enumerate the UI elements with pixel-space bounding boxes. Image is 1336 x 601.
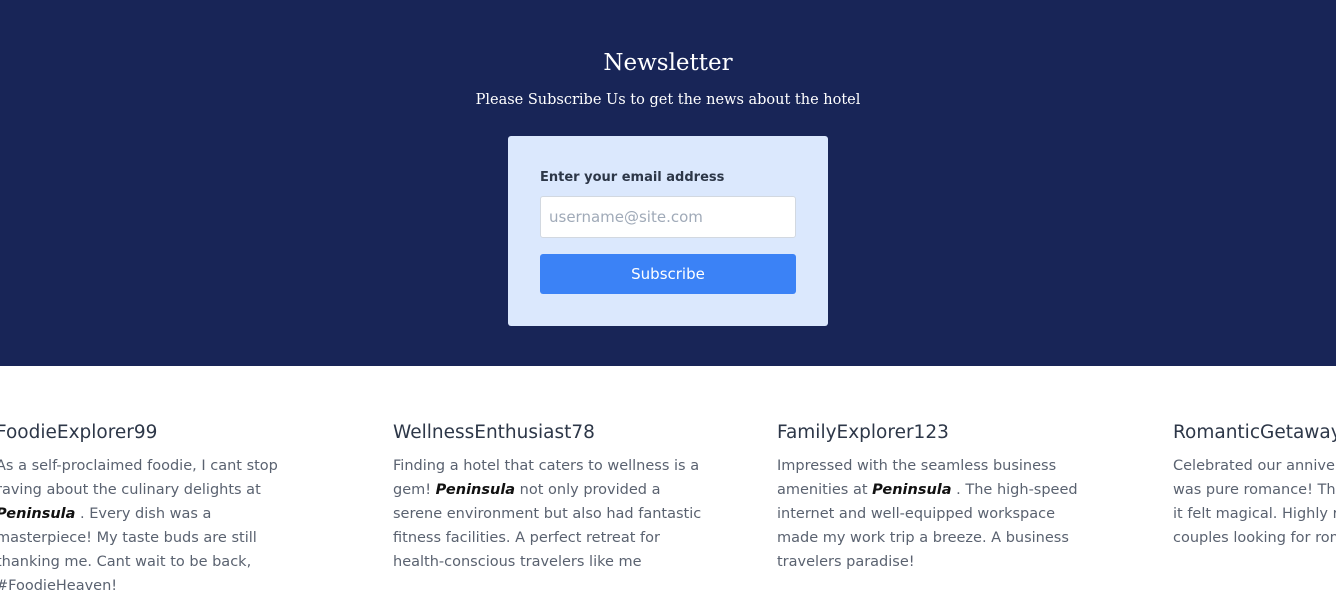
review-author: FoodieExplorer99 <box>0 422 158 443</box>
review-card: FamilyExplorer123 Impressed with the sea… <box>777 419 1097 574</box>
review-author: FamilyExplorer123 <box>777 422 949 443</box>
review-text: As a self-proclaimed foodie, I cant stop… <box>0 454 306 598</box>
hotel-name-highlight: Peninsula <box>872 482 952 498</box>
review-text: Celebrated our anniversary here, and it … <box>1173 454 1336 550</box>
review-card: RomanticGetaway Celebrated our anniversa… <box>1173 419 1336 550</box>
reviews-section: FoodieExplorer99 As a self-proclaimed fo… <box>0 366 1336 601</box>
review-text: Finding a hotel that caters to wellness … <box>393 454 703 574</box>
review-text-part: Celebrated our anniversary here, and it … <box>1173 458 1336 546</box>
review-text-part: As a self-proclaimed foodie, I cant stop… <box>0 458 278 498</box>
newsletter-section: Newsletter Please Subscribe Us to get th… <box>0 0 1336 366</box>
hotel-name-highlight: Peninsula <box>0 506 76 522</box>
newsletter-title: Newsletter <box>603 50 733 76</box>
hotel-name-highlight: Peninsula <box>435 482 516 498</box>
review-author: WellnessEnthusiast78 <box>393 422 595 443</box>
review-text: Impressed with the seamless business ame… <box>777 454 1087 574</box>
review-author: RomanticGetaway <box>1173 422 1336 443</box>
newsletter-form: Enter your email address Subscribe <box>508 136 828 326</box>
newsletter-subtitle: Please Subscribe Us to get the news abou… <box>475 92 861 108</box>
review-card: FoodieExplorer99 As a self-proclaimed fo… <box>0 419 316 598</box>
email-input[interactable] <box>540 196 796 238</box>
email-label: Enter your email address <box>540 170 725 185</box>
review-card: WellnessEnthusiast78 Finding a hotel tha… <box>393 419 713 574</box>
subscribe-button[interactable]: Subscribe <box>540 254 796 294</box>
